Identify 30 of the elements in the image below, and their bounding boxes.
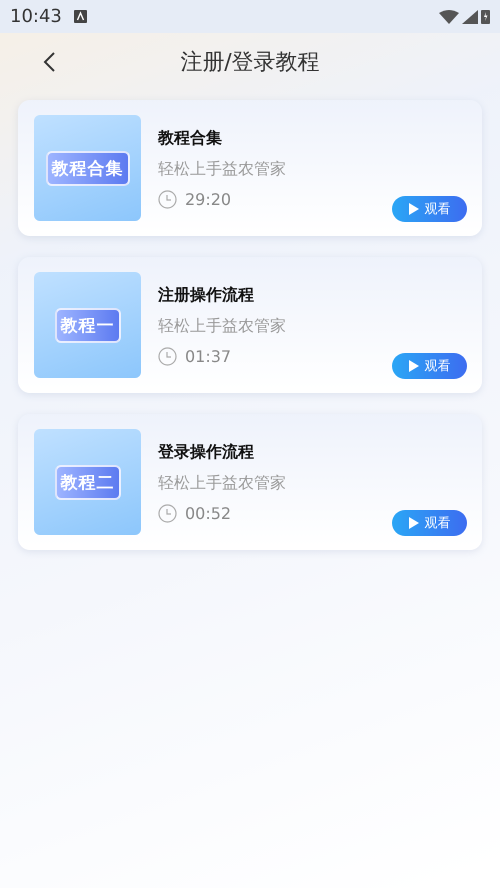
play-icon [408, 203, 418, 215]
thumbnail-label: 教程合集 [46, 150, 130, 186]
notification-icon [74, 10, 87, 23]
play-icon [408, 360, 418, 372]
tutorial-subtitle: 轻松上手益农管家 [158, 158, 287, 180]
tutorial-subtitle: 轻松上手益农管家 [158, 472, 287, 494]
clock-icon [158, 504, 177, 522]
watch-button[interactable]: 观看 [392, 510, 467, 536]
tutorial-card[interactable]: 教程二 登录操作流程 轻松上手益农管家 00:52 观看 [18, 414, 482, 550]
watch-button[interactable]: 观看 [392, 196, 467, 222]
play-icon [408, 517, 418, 529]
tutorial-title: 注册操作流程 [158, 284, 255, 306]
tutorial-title: 登录操作流程 [158, 442, 255, 462]
duration-text: 29:20 [185, 190, 232, 208]
tutorial-card[interactable]: 教程合集 教程合集 轻松上手益农管家 29:20 观看 [18, 100, 482, 236]
tutorial-title: 教程合集 [158, 128, 223, 148]
thumbnail-label: 教程二 [54, 464, 120, 500]
battery-icon [481, 9, 490, 24]
clock-icon [158, 346, 177, 366]
tutorial-subtitle: 轻松上手益农管家 [158, 316, 287, 336]
signal-icon [462, 10, 478, 24]
wifi-icon [439, 10, 459, 24]
page-title: 注册/登录教程 [180, 48, 320, 76]
thumbnail-label: 教程一 [54, 308, 120, 342]
tutorial-card[interactable]: 教程一 注册操作流程 轻松上手益农管家 01:37 观看 [18, 257, 482, 393]
duration-text: 00:52 [185, 504, 232, 522]
duration-text: 01:37 [185, 346, 232, 366]
clock-icon [158, 190, 177, 208]
status-time: 10:43 [10, 6, 62, 27]
watch-button[interactable]: 观看 [392, 353, 467, 379]
